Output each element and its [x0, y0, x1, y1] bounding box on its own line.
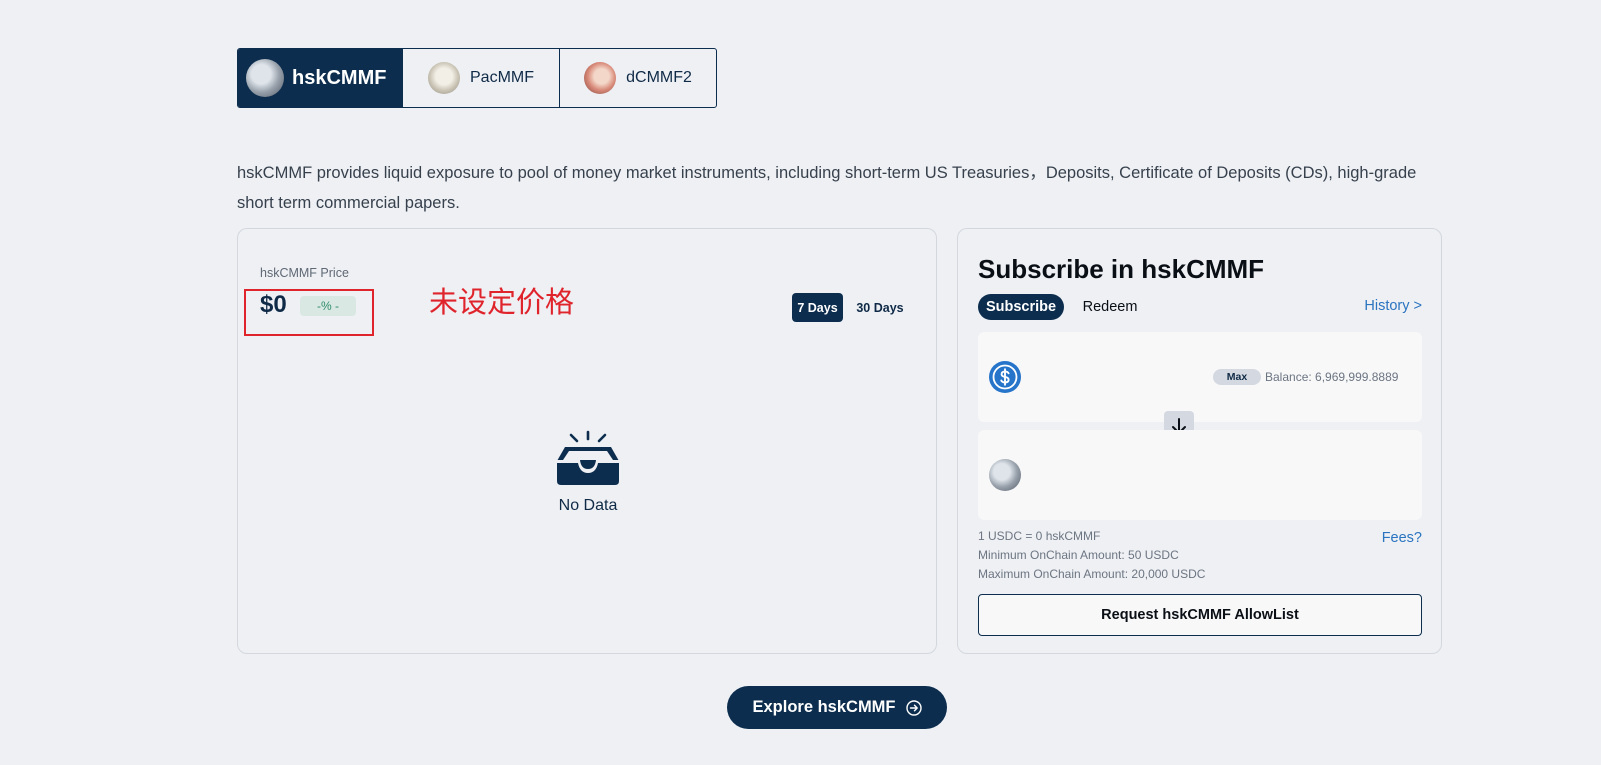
usdc-icon: [989, 361, 1021, 393]
tab-hskcmmf-label: hskCMMF: [292, 66, 387, 89]
price-label: hskCMMF Price: [260, 266, 349, 280]
fees-link[interactable]: Fees?: [1382, 530, 1422, 546]
minimum-amount: Minimum OnChain Amount: 50 USDC: [978, 548, 1179, 562]
history-link[interactable]: History >: [1364, 298, 1422, 314]
empty-state-label: No Data: [558, 497, 618, 514]
price-panel: hskCMMF Price $0 -% - 未设定价格 7 Days 30 Da…: [237, 228, 937, 654]
token-tabs: hskCMMF PacMMF dCMMF2: [237, 48, 717, 108]
exchange-rate: 1 USDC = 0 hskCMMF: [978, 529, 1101, 543]
tab-pacmmf-label: PacMMF: [470, 69, 534, 86]
arrow-right-circle-icon: [905, 699, 922, 716]
tab-pacmmf[interactable]: PacMMF: [403, 49, 560, 107]
subscribe-title: Subscribe in hskCMMF: [978, 254, 1265, 284]
balance-text: Balance: 6,969,999.8889: [1265, 370, 1399, 384]
empty-state: No Data: [238, 429, 938, 515]
dcmmf2-avatar: [584, 62, 617, 94]
hskcmmf-token-avatar: [989, 459, 1021, 491]
subscribe-panel: Subscribe in hskCMMF Subscribe Redeem Hi…: [957, 228, 1442, 654]
fund-description: hskCMMF provides liquid exposure to pool…: [237, 164, 1417, 212]
from-amount-field[interactable]: Max Balance: 6,969,999.8889: [978, 332, 1422, 422]
explore-button[interactable]: Explore hskCMMF: [727, 686, 947, 729]
tab-hskcmmf[interactable]: hskCMMF: [238, 49, 403, 107]
tab-subscribe[interactable]: Subscribe: [978, 294, 1064, 320]
annotation-text: 未设定价格: [429, 285, 575, 319]
to-amount-field[interactable]: [978, 430, 1422, 520]
explore-button-label: Explore hskCMMF: [752, 698, 896, 716]
tab-dcmmf2-label: dCMMF2: [626, 69, 692, 86]
hskcmmf-avatar: [246, 59, 284, 97]
range-7-days-button[interactable]: 7 Days: [792, 293, 843, 322]
tab-dcmmf2[interactable]: dCMMF2: [560, 49, 716, 107]
pacmmf-avatar: [428, 62, 460, 94]
inbox-empty-icon: [557, 430, 619, 485]
maximum-amount: Maximum OnChain Amount: 20,000 USDC: [978, 567, 1206, 581]
max-button[interactable]: Max: [1213, 369, 1261, 385]
tab-redeem[interactable]: Redeem: [1078, 294, 1142, 320]
annotation-highlight-box: [244, 289, 374, 336]
range-30-days-button[interactable]: 30 Days: [850, 293, 910, 322]
request-allowlist-button[interactable]: Request hskCMMF AllowList: [978, 594, 1422, 636]
